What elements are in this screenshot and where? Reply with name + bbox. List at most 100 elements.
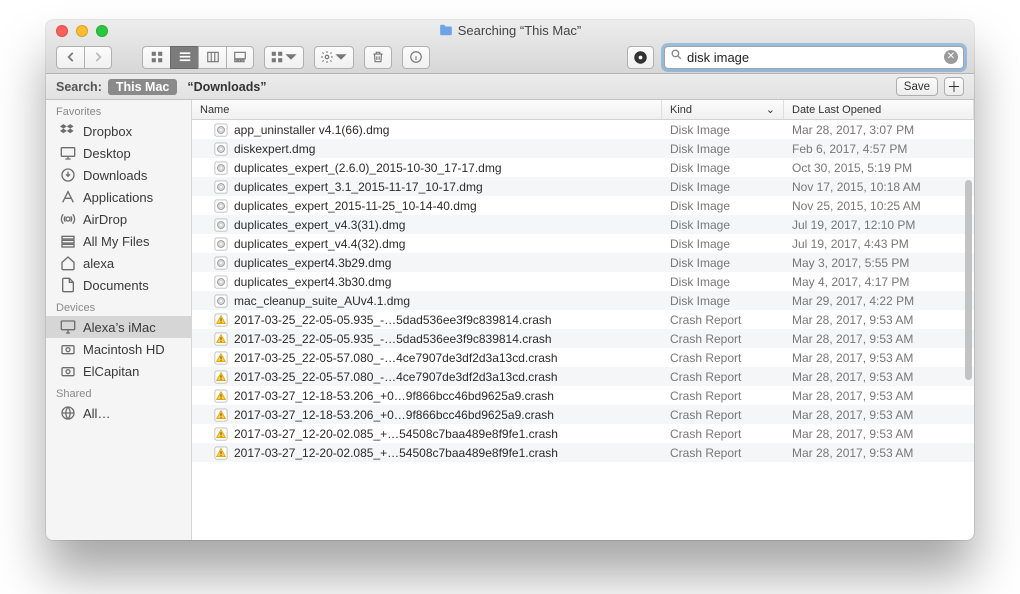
crash-report-icon [214,446,228,460]
col-date[interactable]: Date Last Opened [784,100,974,119]
imac-icon [60,319,76,335]
disk-image-icon [214,275,228,289]
sidebar-item-alexa[interactable]: alexa [46,252,191,274]
file-row[interactable]: 2017-03-25_22-05-57.080_-…4ce7907de3df2d… [192,367,974,386]
scope-downloads[interactable]: “Downloads” [187,80,266,94]
trash-button[interactable] [364,46,392,69]
view-list-button[interactable] [170,46,198,69]
search-field[interactable]: ✕ [664,46,964,69]
file-name: duplicates_expert_v4.3(31).dmg [234,218,405,232]
file-date: May 3, 2017, 5:55 PM [784,256,974,270]
file-kind: Disk Image [662,294,784,308]
file-row[interactable]: duplicates_expert4.3b30.dmgDisk ImageMay… [192,272,974,291]
forward-button[interactable] [84,46,112,69]
arrange-button-group [264,46,304,69]
file-row[interactable]: 2017-03-27_12-20-02.085_+…54508c7baa489e… [192,443,974,462]
privacy-button[interactable] [627,46,654,69]
info-button[interactable] [402,46,430,69]
disk-image-icon [214,199,228,213]
file-row[interactable]: duplicates_expert4.3b29.dmgDisk ImageMay… [192,253,974,272]
scrollbar[interactable] [965,180,972,475]
file-date: May 4, 2017, 4:17 PM [784,275,974,289]
allfiles-icon [60,233,76,249]
file-name: 2017-03-25_22-05-57.080_-…4ce7907de3df2d… [234,351,558,365]
file-date: Jul 19, 2017, 4:43 PM [784,237,974,251]
file-kind: Crash Report [662,446,784,460]
downloads-icon [60,167,76,183]
scrollbar-thumb[interactable] [965,180,972,380]
traffic-lights [56,25,108,37]
titlebar: Searching “This Mac” [46,20,974,74]
back-button[interactable] [56,46,84,69]
file-name: 2017-03-25_22-05-05.935_-…5dad536ee3f9c8… [234,313,552,327]
sidebar-head-shared: Shared [46,382,191,402]
zoom-button[interactable] [96,25,108,37]
toolbar: ✕ [46,40,974,74]
disk-image-icon [214,180,228,194]
action-button[interactable] [314,46,354,69]
file-date: Nov 17, 2015, 10:18 AM [784,180,974,194]
file-date: Mar 29, 2017, 4:22 PM [784,294,974,308]
file-kind: Crash Report [662,351,784,365]
sidebar-item-label: Documents [83,278,149,293]
file-date: Mar 28, 2017, 9:53 AM [784,351,974,365]
scope-this-mac[interactable]: This Mac [108,79,178,95]
arrange-button[interactable] [264,46,304,69]
sidebar: Favorites DropboxDesktopDownloadsApplica… [46,100,192,540]
file-date: Mar 28, 2017, 9:53 AM [784,370,974,384]
sidebar-item-elcapitan[interactable]: ElCapitan [46,360,191,382]
sidebar-item-desktop[interactable]: Desktop [46,142,191,164]
disk-image-icon [214,256,228,270]
minimize-button[interactable] [76,25,88,37]
sort-caret-icon: ⌄ [766,103,775,116]
file-row[interactable]: duplicates_expert_2015-11-25_10-14-40.dm… [192,196,974,215]
file-row[interactable]: app_uninstaller v4.1(66).dmgDisk ImageMa… [192,120,974,139]
sidebar-item-label: Downloads [83,168,147,183]
clear-search-icon[interactable]: ✕ [944,50,958,64]
view-icons-button[interactable] [142,46,170,69]
sidebar-item-macintosh-hd[interactable]: Macintosh HD [46,338,191,360]
file-row[interactable]: duplicates_expert_(2.6.0)_2015-10-30_17-… [192,158,974,177]
sidebar-item-alexa-s-imac[interactable]: Alexa’s iMac [46,316,191,338]
search-input[interactable] [687,50,940,65]
file-row[interactable]: diskexpert.dmgDisk ImageFeb 6, 2017, 4:5… [192,139,974,158]
file-row[interactable]: 2017-03-25_22-05-57.080_-…4ce7907de3df2d… [192,348,974,367]
sidebar-item-label: Desktop [83,146,131,161]
file-row[interactable]: 2017-03-27_12-20-02.085_+…54508c7baa489e… [192,424,974,443]
file-row[interactable]: 2017-03-27_12-18-53.206_+0…9f866bcc46bd9… [192,386,974,405]
file-row[interactable]: mac_cleanup_suite_AUv4.1.dmgDisk ImageMa… [192,291,974,310]
col-name[interactable]: Name [192,100,662,119]
file-row[interactable]: duplicates_expert_v4.4(32).dmgDisk Image… [192,234,974,253]
file-date: Jul 19, 2017, 12:10 PM [784,218,974,232]
sidebar-item-documents[interactable]: Documents [46,274,191,296]
view-columns-button[interactable] [198,46,226,69]
add-criteria-button[interactable]: ＋ [944,77,964,96]
sidebar-item-all-[interactable]: All… [46,402,191,424]
file-date: Mar 28, 2017, 9:53 AM [784,446,974,460]
file-row[interactable]: 2017-03-25_22-05-05.935_-…5dad536ee3f9c8… [192,310,974,329]
sidebar-item-label: All… [83,406,110,421]
file-kind: Crash Report [662,408,784,422]
save-search-button[interactable]: Save [896,77,938,96]
sidebar-item-dropbox[interactable]: Dropbox [46,120,191,142]
file-name: app_uninstaller v4.1(66).dmg [234,123,389,137]
sidebar-item-label: Alexa’s iMac [83,320,156,335]
crash-report-icon [214,427,228,441]
file-row[interactable]: 2017-03-25_22-05-05.935_-…5dad536ee3f9c8… [192,329,974,348]
view-gallery-button[interactable] [226,46,254,69]
sidebar-item-downloads[interactable]: Downloads [46,164,191,186]
file-name: diskexpert.dmg [234,142,315,156]
file-name: duplicates_expert_2015-11-25_10-14-40.dm… [234,199,477,213]
file-row[interactable]: duplicates_expert_v4.3(31).dmgDisk Image… [192,215,974,234]
file-row[interactable]: duplicates_expert_3.1_2015-11-17_10-17.d… [192,177,974,196]
close-button[interactable] [56,25,68,37]
sidebar-item-applications[interactable]: Applications [46,186,191,208]
col-kind[interactable]: Kind⌄ [662,100,784,119]
file-date: Mar 28, 2017, 9:53 AM [784,332,974,346]
file-date: Feb 6, 2017, 4:57 PM [784,142,974,156]
sidebar-item-airdrop[interactable]: AirDrop [46,208,191,230]
file-row[interactable]: 2017-03-27_12-18-53.206_+0…9f866bcc46bd9… [192,405,974,424]
file-kind: Disk Image [662,237,784,251]
sidebar-item-all-my-files[interactable]: All My Files [46,230,191,252]
sidebar-item-label: AirDrop [83,212,127,227]
